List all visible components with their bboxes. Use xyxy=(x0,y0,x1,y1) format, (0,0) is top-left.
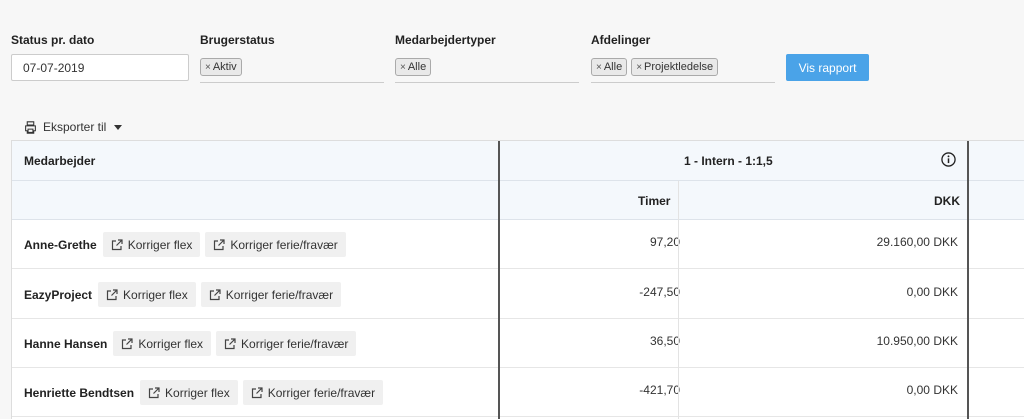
export-dropdown[interactable]: Eksporter til xyxy=(24,120,123,134)
departments-select[interactable]: × Alle × Projektledelse xyxy=(591,58,775,83)
correct-flex-button[interactable]: Korriger flex xyxy=(102,232,201,257)
action-label: Korriger flex xyxy=(127,237,193,252)
employee-column-header: Medarbejder xyxy=(24,154,96,168)
action-label: Korriger ferie/fravær xyxy=(225,287,334,302)
departments-label: Afdelinger xyxy=(591,33,651,47)
info-icon[interactable] xyxy=(941,152,956,167)
tag-label: Projektledelse xyxy=(644,61,714,73)
dkk-value: 29.160,00 DKK xyxy=(876,235,958,249)
column-divider xyxy=(498,141,500,419)
action-label: Korriger ferie/fravær xyxy=(230,237,338,252)
correct-vacation-button[interactable]: Korriger ferie/fravær xyxy=(205,232,346,257)
action-label: Korriger ferie/fravær xyxy=(241,336,349,351)
correct-vacation-button[interactable]: Korriger ferie/fravær xyxy=(200,282,342,307)
remove-tag-icon[interactable]: × xyxy=(636,62,642,73)
correct-flex-button[interactable]: Korriger flex xyxy=(113,331,212,356)
caret-down-icon xyxy=(114,124,123,130)
employee-name: Henriette Bendtsen xyxy=(24,385,135,400)
correct-vacation-button[interactable]: Korriger ferie/fravær xyxy=(242,380,384,405)
remove-tag-icon[interactable]: × xyxy=(205,62,211,73)
external-link-icon xyxy=(122,337,133,349)
hours-column-header: Timer xyxy=(638,194,671,208)
user-status-label: Brugerstatus xyxy=(200,33,275,47)
dkk-value: 10.950,00 DKK xyxy=(876,334,958,348)
table-row: Henriette Bendtsen Korriger flex Korrige… xyxy=(12,368,1024,417)
external-link-icon xyxy=(148,386,160,398)
table-row: EazyProject Korriger flex Korriger ferie… xyxy=(12,270,1024,319)
correct-flex-button[interactable]: Korriger flex xyxy=(98,282,196,307)
external-link-icon xyxy=(224,337,236,349)
user-status-tag[interactable]: × Aktiv xyxy=(200,58,242,76)
external-link-icon xyxy=(214,238,225,250)
dkk-column-header: DKK xyxy=(934,194,960,208)
external-link-icon xyxy=(251,386,263,398)
table-header-row: Medarbejder 1 - Intern - 1:1,5 xyxy=(12,141,1024,181)
hours-value: 36,50 xyxy=(649,334,680,348)
table-row: Hanne Hansen Korriger flex Korriger feri… xyxy=(12,319,1024,368)
hours-value: -247,50 xyxy=(639,285,680,299)
table-subheader-row: Timer DKK xyxy=(12,181,1024,220)
print-icon xyxy=(25,120,36,134)
department-tag[interactable]: × Alle xyxy=(591,58,628,76)
report-table: Medarbejder 1 - Intern - 1:1,5 Timer DKK… xyxy=(11,140,1024,419)
hours-value: 97,20 xyxy=(649,235,680,249)
tag-label: Alle xyxy=(407,61,427,73)
user-status-select[interactable]: × Aktiv xyxy=(200,58,384,83)
dkk-value: 0,00 DKK xyxy=(906,383,958,397)
status-date-label: Status pr. dato xyxy=(11,33,95,47)
action-label: Korriger flex xyxy=(165,385,230,400)
employee-type-tag[interactable]: × Alle xyxy=(395,58,432,76)
group-column-header: 1 - Intern - 1:1,5 xyxy=(684,154,773,168)
external-link-icon xyxy=(106,288,118,300)
employee-name: Anne-Grethe xyxy=(24,237,97,252)
department-tag[interactable]: × Projektledelse xyxy=(631,58,719,76)
action-label: Korriger ferie/fravær xyxy=(267,385,376,400)
external-link-icon xyxy=(111,238,123,250)
action-label: Korriger flex xyxy=(123,287,188,302)
tag-label: Alle xyxy=(603,61,623,73)
column-divider xyxy=(967,141,969,419)
tag-label: Aktiv xyxy=(212,61,237,73)
correct-vacation-button[interactable]: Korriger ferie/fravær xyxy=(216,331,357,356)
status-date-input[interactable]: 07-07-2019 xyxy=(11,54,189,81)
remove-tag-icon[interactable]: × xyxy=(400,62,406,73)
action-label: Korriger flex xyxy=(138,336,204,351)
employee-name: EazyProject xyxy=(24,287,93,302)
show-report-button[interactable]: Vis rapport xyxy=(786,54,869,81)
employee-name: Hanne Hansen xyxy=(24,336,108,351)
dkk-value: 0,00 DKK xyxy=(906,285,958,299)
hours-value: -421,70 xyxy=(639,383,680,397)
employee-types-label: Medarbejdertyper xyxy=(395,33,496,47)
correct-flex-button[interactable]: Korriger flex xyxy=(140,380,238,405)
export-label: Eksporter til xyxy=(43,120,107,134)
external-link-icon xyxy=(209,288,221,300)
column-divider xyxy=(678,181,679,419)
employee-types-select[interactable]: × Alle xyxy=(395,58,579,83)
remove-tag-icon[interactable]: × xyxy=(596,62,602,73)
table-row: Anne-Grethe Korriger flex Korriger ferie… xyxy=(12,220,1024,269)
